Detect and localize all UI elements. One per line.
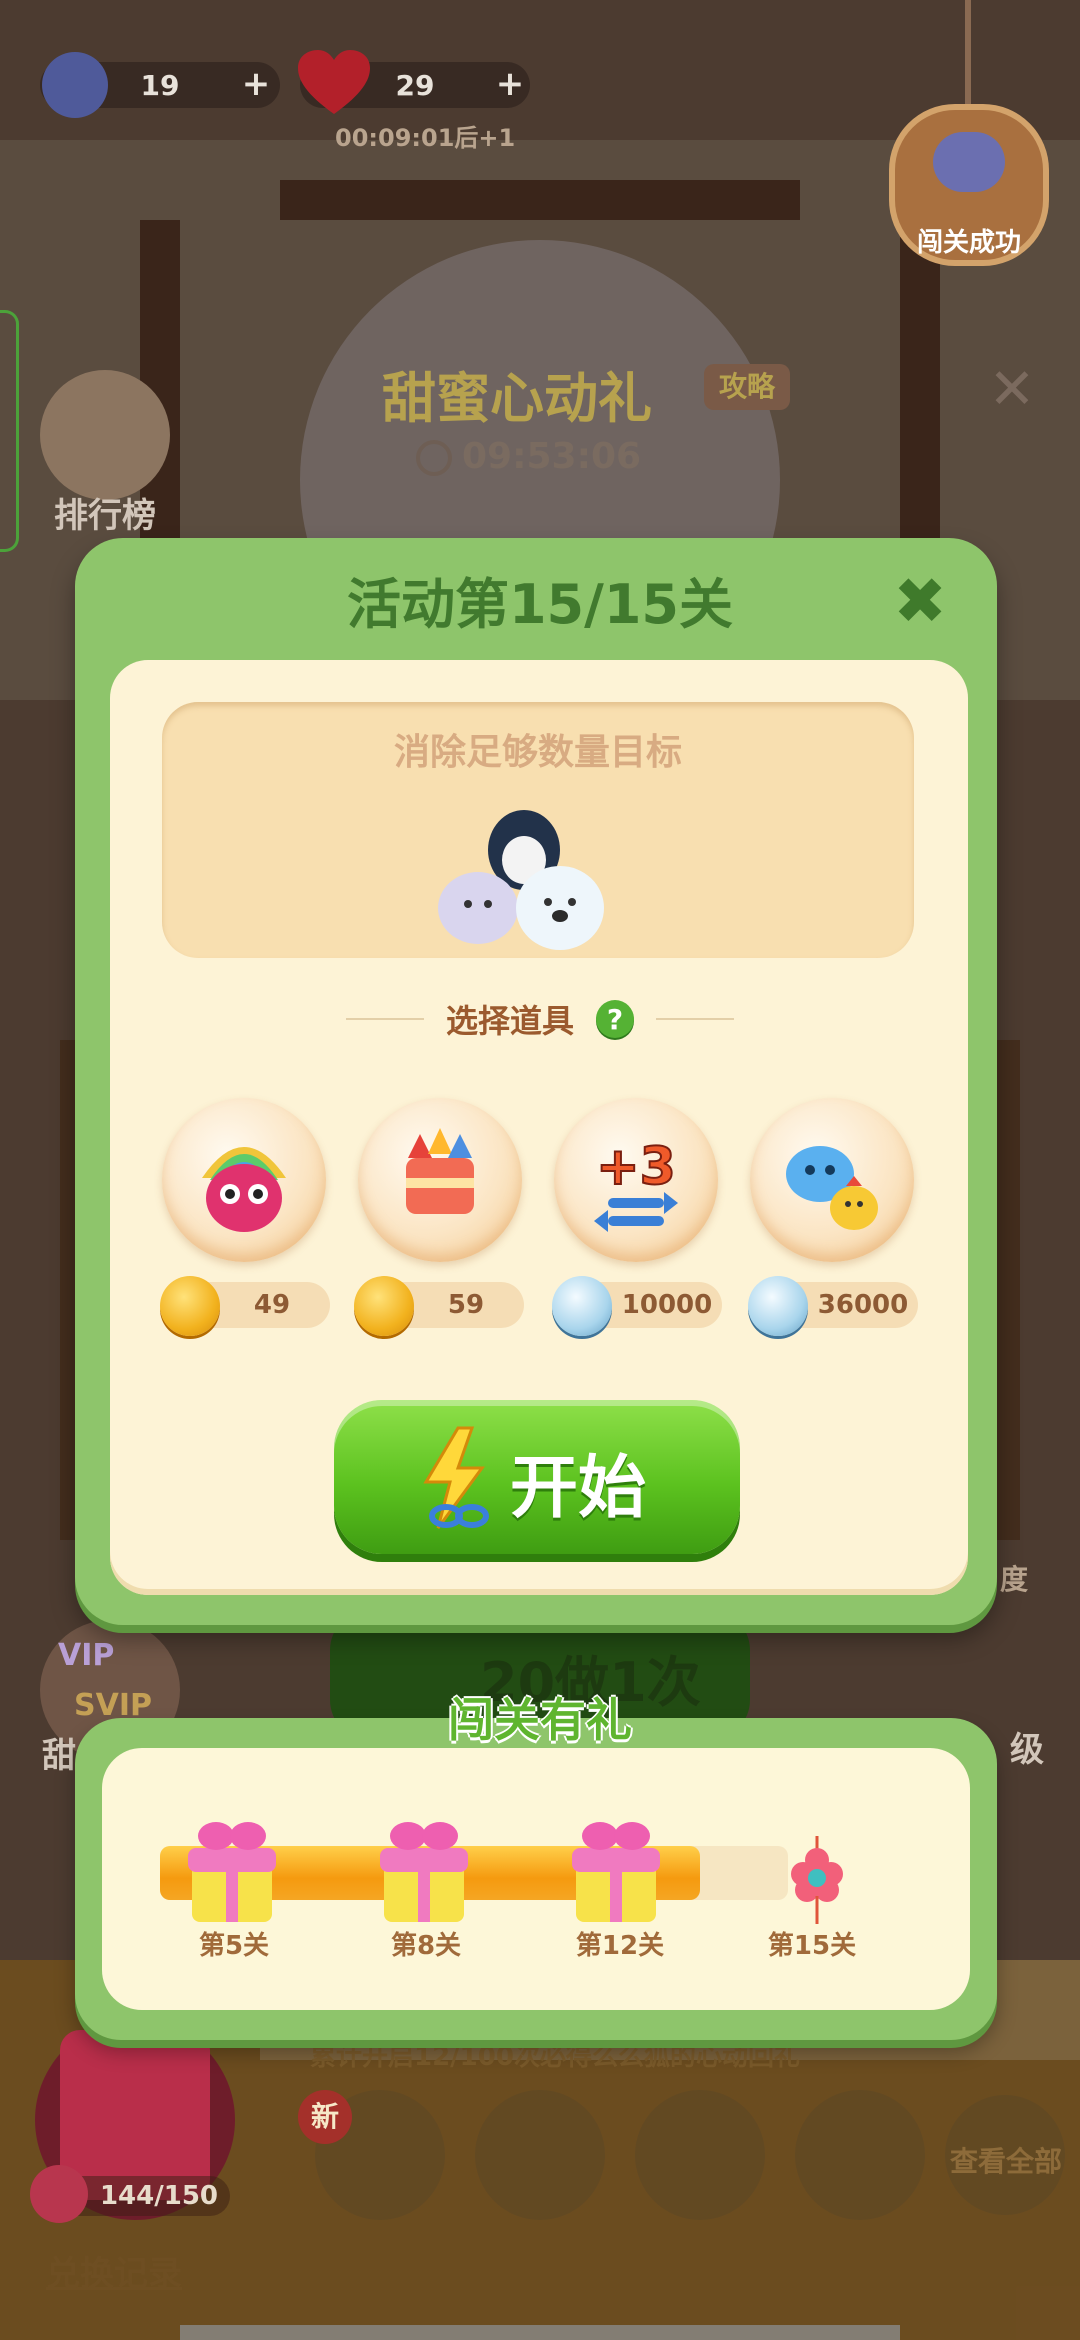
item-price-4: 36000 (817, 1290, 909, 1320)
rainbow-bird-icon (202, 1147, 286, 1232)
gold-coin-icon (160, 1276, 220, 1336)
start-label: 开始 (510, 1449, 647, 1528)
side-indicator (0, 310, 19, 552)
teapot-add-button[interactable]: + (238, 64, 274, 104)
reward-title: 闯关有礼 (448, 1693, 632, 1747)
hearts-add-button[interactable]: + (492, 64, 528, 104)
item-firework-rocket[interactable] (358, 1098, 522, 1262)
success-badge[interactable]: 闯关成功 (895, 110, 1043, 260)
accumulate-text: 累计开启12/100次必得么么狐的心动回礼 (310, 2042, 800, 2072)
close-dialog-button[interactable]: ✖ (888, 570, 952, 634)
hearts-count: 29 (395, 68, 435, 102)
goal-title: 消除足够数量目标 (393, 732, 682, 773)
guide-tag-label: 攻略 (718, 370, 775, 403)
exchange-record-link[interactable]: 兑换记录 (46, 2246, 182, 2295)
props-header: 选择道具 ? (0, 996, 1080, 1042)
milestone-label: 第15关 (767, 1931, 857, 1961)
teapot-count: 19 (140, 68, 180, 102)
event-countdown: 09:53:06 (462, 436, 642, 477)
item-rainbow-bird[interactable] (162, 1098, 326, 1262)
gift-icon[interactable] (182, 1814, 282, 1926)
lightning-infinite-icon (423, 1426, 489, 1529)
silver-gem-icon (552, 1276, 612, 1336)
gold-coin-icon (354, 1276, 414, 1336)
item-price-3: 10000 (621, 1290, 713, 1320)
item-pets-combo[interactable] (750, 1098, 914, 1262)
teapot-icon (42, 52, 108, 118)
view-all-button[interactable]: 查看全部 (950, 2140, 1062, 2180)
silver-gem-icon (748, 1276, 808, 1336)
badge-label: 闯关成功 (916, 228, 1021, 258)
heart-timer: 00:09:01后+1 (335, 124, 516, 152)
gift-box-large[interactable] (60, 2030, 210, 2200)
milestone-label: 第5关 (198, 1931, 270, 1961)
progress-hint: 度 (1000, 1563, 1029, 1596)
vip-label: VIP (58, 1638, 115, 1673)
svg-text:+3: +3 (596, 1137, 676, 1197)
badge-string (965, 0, 971, 110)
leaderboard-label: 排行榜 (54, 496, 156, 536)
firework-rocket-icon (406, 1128, 474, 1214)
help-icon[interactable]: ? (596, 1000, 634, 1038)
new-badge-label: 新 (310, 2100, 339, 2133)
plus-3-moves-icon: +3 (594, 1136, 678, 1232)
heart-icon (296, 48, 372, 118)
pets-combo-icon (786, 1146, 878, 1230)
heart-small-icon (30, 2165, 88, 2223)
clock-icon (416, 440, 452, 476)
item-plus-3-moves[interactable]: +3 (554, 1098, 718, 1262)
milestone-label: 第8关 (390, 1931, 462, 1961)
props-label: 选择道具 (445, 1002, 574, 1040)
event-title: 甜蜜心动礼 (382, 367, 652, 430)
flower-charm-icon[interactable] (782, 1836, 852, 1926)
milestone-label: 第12关 (575, 1931, 665, 1961)
new-badge: 新 (298, 2090, 352, 2144)
close-event-icon[interactable]: ✕ (982, 360, 1042, 420)
gift-icon[interactable] (566, 1814, 666, 1926)
gift-icon[interactable] (374, 1814, 474, 1926)
divider-right (656, 1018, 734, 1020)
guide-tag[interactable]: 攻略 (704, 364, 790, 410)
teapot-badge-icon (933, 132, 1005, 192)
item-price-2: 59 (447, 1290, 485, 1320)
leaderboard-icon[interactable] (40, 370, 170, 500)
divider-left (345, 1018, 424, 1020)
item-price-1: 49 (253, 1290, 291, 1320)
goal-animals-icon (438, 810, 604, 950)
